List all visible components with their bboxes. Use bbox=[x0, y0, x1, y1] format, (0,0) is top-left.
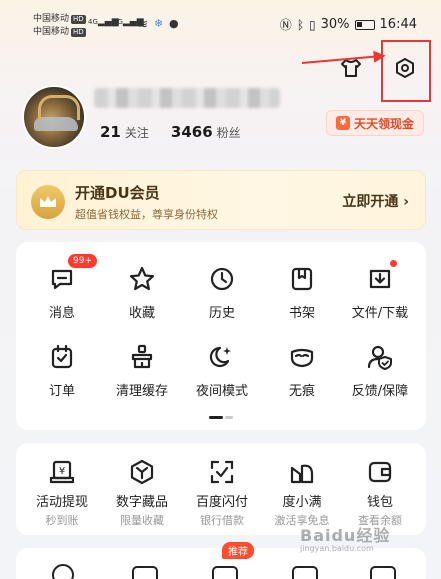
unread-badge: 99+ bbox=[68, 254, 97, 268]
daily-cash-button[interactable]: ¥ 天天领现金 bbox=[326, 110, 424, 136]
message-icon bbox=[47, 264, 77, 294]
grid-item-orders[interactable]: 订单 bbox=[24, 342, 100, 399]
grid-item-sublabel: 秒到账 bbox=[45, 514, 79, 527]
chat-bubble-icon: ● bbox=[169, 17, 179, 30]
battery-percent: 30% bbox=[320, 17, 350, 32]
system-icons: Ⓝ ᛒ ▯ 30% 16:44 bbox=[280, 16, 417, 33]
grid-item-label: 消息 bbox=[48, 306, 75, 321]
grid-item-label: 百度闪付 bbox=[195, 495, 248, 510]
scan-check-icon bbox=[207, 457, 237, 487]
grid-item-incognito[interactable]: 无痕 bbox=[264, 342, 340, 399]
vip-banner[interactable]: 开通DU会员 超值省钱权益，尊享身份特权 立即开通 › bbox=[16, 170, 426, 230]
annotation-highlight-box bbox=[381, 40, 431, 102]
grid-item-label: 文件/下载 bbox=[351, 306, 409, 321]
grid-item-history[interactable]: 历史 bbox=[184, 264, 260, 321]
clock-time: 16:44 bbox=[379, 17, 417, 32]
grid-item-duxiaoman[interactable]: 度小满 激活享免息 bbox=[264, 457, 340, 528]
grid-item-baidu-pay[interactable]: 百度闪付 银行借款 bbox=[184, 457, 260, 528]
mask-icon bbox=[287, 342, 317, 372]
download-icon bbox=[365, 264, 395, 294]
duxiaoman-icon bbox=[287, 457, 317, 487]
follow-stats: 21 关注 3466 粉丝 bbox=[100, 123, 241, 141]
grid-item-label: 收藏 bbox=[128, 306, 155, 321]
red-envelope-icon: ¥ bbox=[335, 116, 350, 130]
grid-item-downloads[interactable]: 文件/下载 bbox=[342, 260, 418, 321]
grid-item-label: 钱包 bbox=[366, 495, 393, 510]
partial-icon-2[interactable] bbox=[132, 566, 158, 579]
grid-item-sublabel: 银行借款 bbox=[200, 514, 244, 527]
battery-icon bbox=[354, 19, 375, 30]
carrier-1: 中国移动 HD bbox=[33, 14, 86, 24]
star-icon bbox=[127, 264, 157, 294]
new-dot bbox=[390, 260, 397, 267]
feedback-icon bbox=[365, 342, 395, 372]
recommend-tag: 推荐 bbox=[222, 542, 254, 559]
fans-count[interactable]: 3466 bbox=[171, 123, 213, 141]
partial-icon-4[interactable] bbox=[292, 566, 318, 579]
cube-icon bbox=[127, 457, 157, 487]
vip-subtitle: 超值省钱权益，尊享身份特权 bbox=[75, 208, 218, 221]
grid-item-label: 历史 bbox=[208, 306, 235, 321]
grid-item-label: 订单 bbox=[48, 384, 75, 399]
grid-item-night-mode[interactable]: 夜间模式 bbox=[184, 342, 260, 399]
crown-icon bbox=[31, 185, 65, 219]
grid-item-label: 无痕 bbox=[288, 384, 315, 399]
grid-item-label: 度小满 bbox=[282, 495, 322, 510]
following-label[interactable]: 关注 bbox=[125, 124, 149, 141]
clock-icon bbox=[207, 264, 237, 294]
daily-cash-label: 天天领现金 bbox=[353, 116, 414, 131]
moon-icon bbox=[207, 342, 237, 372]
vibrate-icon: ▯ bbox=[309, 17, 316, 32]
following-count[interactable]: 21 bbox=[100, 123, 121, 141]
grid-item-label: 书架 bbox=[288, 306, 315, 321]
page-indicator bbox=[209, 416, 233, 419]
snowflake-icon: ❄ bbox=[154, 17, 164, 30]
grid-item-label: 清理缓存 bbox=[115, 384, 168, 399]
wallet-icon bbox=[365, 457, 395, 487]
svg-text:¥: ¥ bbox=[59, 466, 65, 477]
grid-item-sublabel: 限量收藏 bbox=[120, 514, 164, 527]
partial-icon-5[interactable] bbox=[370, 566, 396, 579]
carrier-2: 中国移动 HD bbox=[33, 27, 86, 37]
grid-item-label: 活动提现 bbox=[35, 495, 88, 510]
partial-icon-3[interactable] bbox=[212, 566, 238, 579]
grid-item-bookshelf[interactable]: 书架 bbox=[264, 264, 340, 321]
watermark: Baidu经验 jingyan.baidu.com bbox=[300, 526, 391, 553]
partial-icon-1[interactable] bbox=[52, 564, 74, 579]
bluetooth-icon: ᛒ bbox=[296, 17, 305, 32]
grid-item-feedback[interactable]: 反馈/保障 bbox=[342, 342, 418, 399]
tools-grid-card: 99+ 消息 收藏 历史 书架 文件/下载 订单 清理缓存 夜间模式 无痕 反馈… bbox=[16, 242, 426, 430]
vip-open-button[interactable]: 立即开通 › bbox=[342, 191, 409, 211]
grid-item-label: 数字藏品 bbox=[115, 495, 168, 510]
broom-icon bbox=[127, 342, 157, 372]
nfc-icon: Ⓝ bbox=[279, 18, 292, 32]
fans-label[interactable]: 粉丝 bbox=[217, 124, 241, 141]
grid-item-favorites[interactable]: 收藏 bbox=[104, 264, 180, 321]
status-bar: 中国移动 HD 中国移动 HD 4G▂▄▆ 5G▂▄▆ ≋ ❄ ● Ⓝ ᛒ ▯ 30… bbox=[0, 0, 441, 44]
avatar[interactable] bbox=[22, 85, 86, 149]
grid-item-withdraw[interactable]: ¥ 活动提现 秒到账 bbox=[24, 457, 100, 528]
username-redacted bbox=[94, 88, 280, 108]
grid-item-label: 夜间模式 bbox=[195, 384, 248, 399]
grid-item-messages[interactable]: 99+ 消息 bbox=[24, 254, 100, 321]
bookshelf-icon bbox=[287, 264, 317, 294]
grid-item-digital-collectibles[interactable]: 数字藏品 限量收藏 bbox=[104, 457, 180, 528]
wifi-icon: ≋ bbox=[138, 17, 149, 31]
grid-item-wallet[interactable]: 钱包 查看余额 bbox=[342, 457, 418, 528]
vip-title: 开通DU会员 bbox=[75, 184, 160, 202]
grid-item-clear-cache[interactable]: 清理缓存 bbox=[104, 342, 180, 399]
order-icon bbox=[47, 342, 77, 372]
yuan-card-icon: ¥ bbox=[47, 457, 77, 487]
grid-item-label: 反馈/保障 bbox=[351, 384, 409, 399]
